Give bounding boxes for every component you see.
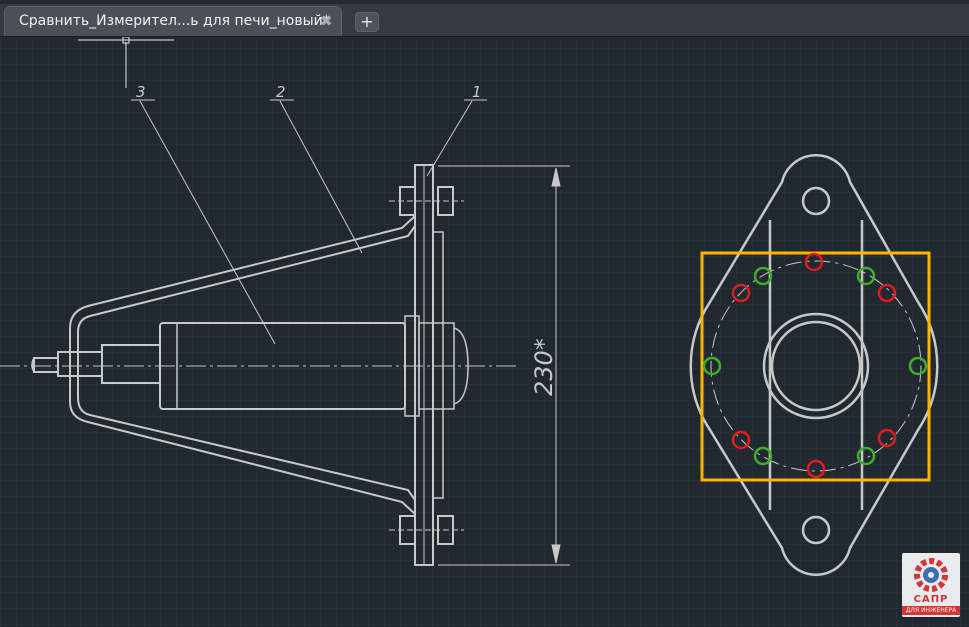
gear-logo-icon bbox=[914, 558, 948, 592]
leader-label-1: 1 bbox=[472, 83, 482, 101]
dimension-text: 230* bbox=[530, 338, 558, 396]
close-icon[interactable]: ✖ bbox=[320, 12, 333, 30]
sapr-logo: САПР ДЛЯ ИНЖЕНЕРА bbox=[902, 553, 960, 617]
plus-icon[interactable]: + bbox=[355, 12, 379, 32]
leader-label-3: 3 bbox=[136, 83, 146, 101]
logo-subtext: ДЛЯ ИНЖЕНЕРА bbox=[902, 606, 960, 615]
grid bbox=[0, 37, 969, 627]
logo-text: САПР bbox=[913, 594, 949, 605]
leader-label-2: 2 bbox=[276, 83, 286, 101]
window-edge bbox=[0, 0, 969, 4]
tab-active-document[interactable]: Сравнить_Измерител...ь для печи_новый* ✖ bbox=[4, 6, 342, 36]
tab-title: Сравнить_Измерител...ь для печи_новый* bbox=[19, 13, 330, 29]
tab-bar: Сравнить_Измерител...ь для печи_новый* ✖… bbox=[0, 0, 969, 37]
drawing-canvas[interactable]: 1 2 3 230* bbox=[0, 37, 969, 627]
